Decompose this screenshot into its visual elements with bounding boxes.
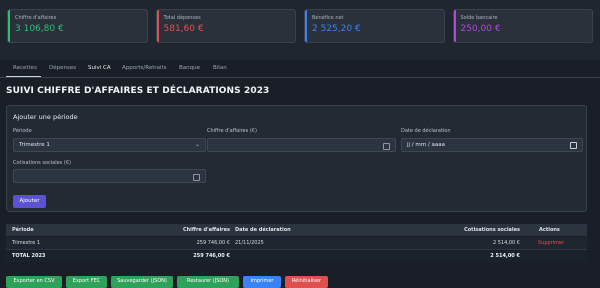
cell-period: Trimestre 1 [12,240,41,246]
stepper-icon [383,143,390,150]
period-label: Période [13,128,32,134]
card-label: Chiffre d'affaires [15,15,57,21]
card-bank-balance: Solde bancaire 250,00 € [452,9,593,43]
period-select[interactable]: Trimestre 1 ⌄ [13,138,206,152]
card-label: Solde bancaire [460,15,498,21]
cell-revenue: 259 746,00 € [196,240,230,246]
date-placeholder: jj / mm / aaaa [407,142,445,148]
reset-button[interactable]: Réinitialiser [285,276,328,288]
total-label: TOTAL 2023 [12,253,46,259]
restore-json-button[interactable]: Restaurer (JSON) [177,276,239,288]
cell-social: 2 514,00 € [492,240,520,246]
tab-recettes[interactable]: Recettes [13,65,37,71]
tab-apports-retraits[interactable]: Apports/Retraits [122,65,167,71]
col-actions: Actions [539,227,560,233]
add-period-form: Ajouter une période Période Trimestre 1 … [6,105,587,212]
date-input[interactable]: jj / mm / aaaa [401,138,583,152]
total-social: 2 514,00 € [490,253,520,259]
revenue-label: Chiffre d'affaires (€) [207,128,257,134]
card-label: Bénéfice net [312,15,344,21]
active-tab-indicator [6,76,41,77]
card-label: Total dépenses [163,15,201,21]
chevron-down-icon: ⌄ [194,141,200,148]
tab-banque[interactable]: Banque [179,65,200,71]
social-input[interactable] [13,169,206,183]
tab-bilan[interactable]: Bilan [213,65,227,71]
save-json-button[interactable]: Sauvegarder (JSON) [111,276,173,288]
social-label: Cotisations sociales (€) [13,160,71,166]
col-period: Période [12,227,34,233]
form-title: Ajouter une période [13,113,78,121]
card-expenses: Total dépenses 581,60 € [155,9,296,43]
total-revenue: 259 746,00 € [193,253,230,259]
table-header: Période Chiffre d'affaires Date de décla… [6,224,587,236]
add-button[interactable]: Ajouter [13,195,46,208]
period-value: Trimestre 1 [19,142,50,148]
export-fec-button[interactable]: Export FEC [66,276,107,288]
delete-link[interactable]: Supprimer [538,240,564,246]
print-button[interactable]: Imprimer [243,276,281,288]
card-value: 2 525,20 € [312,24,361,34]
page-title: SUIVI CHIFFRE D'AFFAIRES ET DÉCLARATIONS… [6,86,270,96]
summary-cards: Chiffre d'affaires 3 106,80 € Total dépe… [7,9,593,43]
card-value: 581,60 € [163,24,204,34]
col-revenue: Chiffre d'affaires [182,227,230,233]
tab-suivi-ca[interactable]: Suivi CA [88,65,111,71]
stepper-icon [193,174,200,181]
tab-bar: Recettes Dépenses Suivi CA Apports/Retra… [0,62,600,78]
col-date: Date de déclaration [235,227,291,233]
tab-depenses[interactable]: Dépenses [49,65,76,71]
card-value: 250,00 € [460,24,501,34]
table-total-row: TOTAL 2023 259 746,00 € 2 514,00 € [6,250,587,262]
calendar-icon [570,142,577,149]
revenue-input[interactable] [207,138,396,152]
export-csv-button[interactable]: Exporter en CSV [6,276,62,288]
table-row: Trimestre 1 259 746,00 € 21/11/2025 2 51… [6,237,587,250]
card-value: 3 106,80 € [15,24,64,34]
action-bar: Exporter en CSV Export FEC Sauvegarder (… [6,276,596,288]
col-social: Cotisations sociales [464,227,520,233]
card-net-profit: Bénéfice net 2 525,20 € [304,9,445,43]
cell-date: 21/11/2025 [235,240,264,246]
date-label: Date de déclaration [401,128,451,134]
card-revenue: Chiffre d'affaires 3 106,80 € [7,9,148,43]
